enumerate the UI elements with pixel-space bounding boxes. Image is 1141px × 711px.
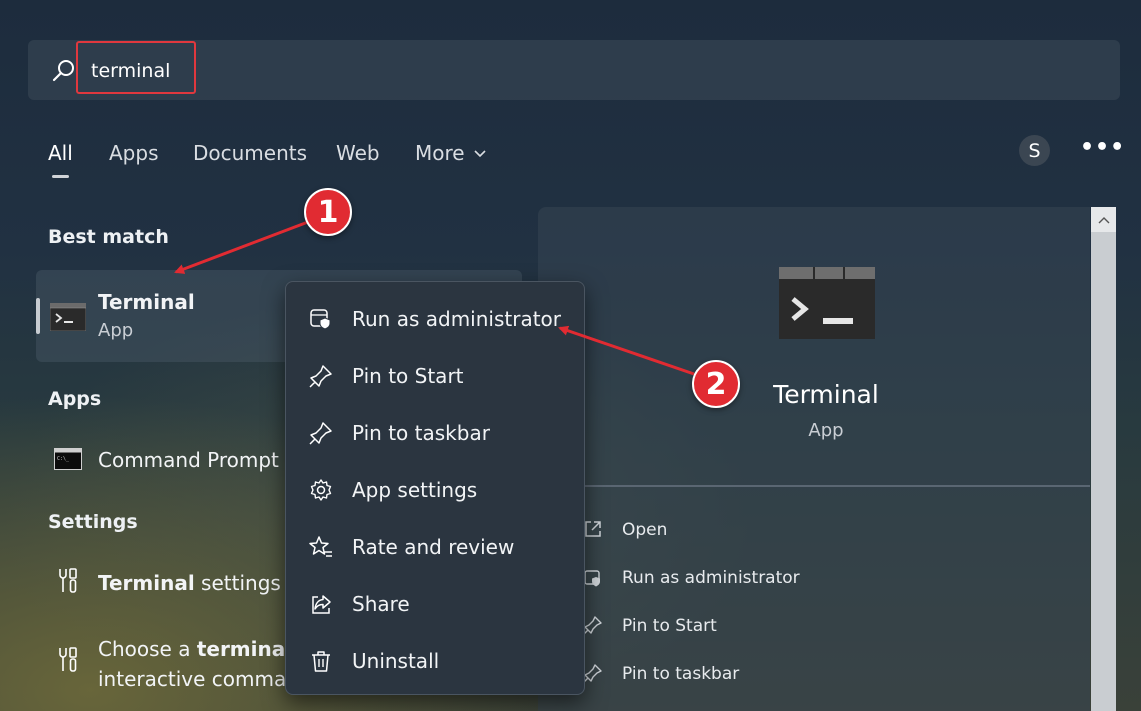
tab-apps[interactable]: Apps <box>109 141 159 165</box>
menu-item-share[interactable]: Share <box>286 575 586 632</box>
menu-item-rate-and-review[interactable]: Rate and review <box>286 518 586 575</box>
selection-indicator <box>36 298 40 334</box>
svg-text:C:\_: C:\_ <box>57 456 70 462</box>
preview-action-pin-to-start[interactable]: Pin to Start <box>622 616 717 636</box>
arrow-1 <box>174 220 309 274</box>
settings-tools-icon <box>59 568 77 593</box>
tab-documents[interactable]: Documents <box>193 141 307 165</box>
best-match-subtitle: App <box>98 320 134 341</box>
preview-subtitle: App <box>808 420 844 441</box>
preview-action-open[interactable]: Open <box>622 520 667 540</box>
tab-all[interactable]: All <box>48 141 73 165</box>
menu-item-run-as-admin[interactable]: Run as administrator <box>286 290 586 347</box>
menu-item-app-settings[interactable]: App settings <box>286 461 586 518</box>
menu-item-label: Pin to Start <box>352 363 464 388</box>
best-match-title: Terminal <box>98 290 195 314</box>
context-menu: Run as administrator Pin to Start Pin to… <box>285 281 585 695</box>
command-prompt-icon: C:\_ <box>54 448 82 470</box>
tab-web[interactable]: Web <box>336 141 380 165</box>
apps-heading: Apps <box>48 388 102 410</box>
menu-item-label: Run as administrator <box>352 306 562 331</box>
gear-icon <box>309 478 333 502</box>
tab-active-indicator <box>52 175 69 178</box>
preview-action-run-as-admin[interactable]: Run as administrator <box>622 568 800 588</box>
search-icon <box>52 60 74 82</box>
menu-item-label: Share <box>352 591 410 616</box>
menu-item-label: Pin to taskbar <box>352 420 490 445</box>
pin-icon <box>309 421 333 445</box>
settings-heading: Settings <box>48 511 138 533</box>
trash-icon <box>309 649 333 673</box>
scroll-up-button[interactable] <box>1091 207 1116 232</box>
account-avatar[interactable]: S <box>1019 135 1050 166</box>
settings-tools-icon <box>59 647 77 672</box>
setting-item-rest: settings <box>194 571 281 595</box>
menu-item-label: App settings <box>352 477 478 502</box>
chevron-down-icon <box>474 150 486 158</box>
shield-window-icon <box>584 570 600 587</box>
setting-line2: interactive comman <box>98 667 299 691</box>
setting-line1-bold: terminal <box>196 637 293 661</box>
menu-item-pin-to-start[interactable]: Pin to Start <box>286 347 586 404</box>
preview-action-pin-to-taskbar[interactable]: Pin to taskbar <box>622 664 739 684</box>
search-highlight-box <box>76 41 196 94</box>
pin-icon <box>309 364 333 388</box>
star-icon <box>309 535 333 559</box>
setting-line1-pre: Choose a <box>98 637 197 661</box>
tab-more[interactable]: More <box>415 141 487 165</box>
preview-divider <box>566 485 1090 487</box>
menu-item-pin-to-taskbar[interactable]: Pin to taskbar <box>286 404 586 461</box>
menu-item-label: Uninstall <box>352 648 440 673</box>
chevron-up-icon <box>1098 216 1109 223</box>
terminal-app-icon <box>50 303 86 331</box>
menu-item-label: Rate and review <box>352 534 515 559</box>
share-icon <box>309 592 333 616</box>
setting-item-terminal-settings[interactable]: Terminal settings <box>98 571 281 595</box>
best-match-heading: Best match <box>48 226 169 248</box>
preview-title: Terminal <box>773 380 879 409</box>
app-item-command-prompt[interactable]: Command Prompt <box>98 448 279 472</box>
open-external-icon <box>585 521 601 537</box>
more-options-button[interactable]: ••• <box>1080 135 1125 160</box>
callout-badge-1: 1 <box>304 188 352 236</box>
pin-icon <box>583 616 602 635</box>
setting-item-choose-terminal[interactable]: Choose a terminal h interactive comman <box>98 634 311 694</box>
setting-item-bold: Terminal <box>98 571 195 595</box>
menu-item-uninstall[interactable]: Uninstall <box>286 632 586 689</box>
callout-badge-2: 2 <box>692 360 740 408</box>
terminal-large-icon <box>779 267 875 339</box>
pin-icon <box>583 664 602 683</box>
scrollbar[interactable] <box>1091 207 1116 711</box>
tab-more-label: More <box>415 141 465 165</box>
shield-window-icon <box>309 307 333 331</box>
avatar-initial: S <box>1028 139 1041 162</box>
